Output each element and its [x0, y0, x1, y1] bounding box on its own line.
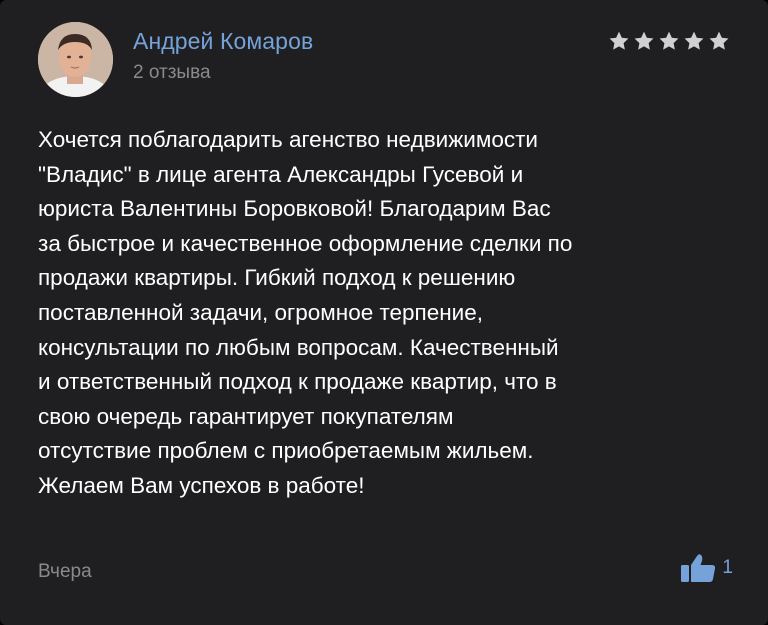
- like-button[interactable]: 1: [680, 553, 733, 583]
- review-text: Хочется поблагодарить агенство недвижимо…: [38, 127, 573, 498]
- review-count: 2 отзыва: [133, 62, 211, 83]
- review-date: Вчера: [38, 561, 92, 582]
- thumbs-up-icon: [681, 554, 716, 582]
- avatar[interactable]: [38, 22, 113, 97]
- star-icon: [709, 31, 729, 50]
- star-icon: [609, 31, 629, 50]
- user-photo: [38, 22, 113, 97]
- like-count: 1: [722, 557, 733, 578]
- star-icon: [659, 31, 679, 50]
- review-card: Андрей Комаров 2 отзыва Хочется поблагод…: [0, 0, 768, 625]
- author-name[interactable]: Андрей Комаров: [133, 28, 313, 55]
- star-rating: [608, 30, 730, 52]
- star-icon: [634, 31, 654, 50]
- star-icon: [684, 31, 704, 50]
